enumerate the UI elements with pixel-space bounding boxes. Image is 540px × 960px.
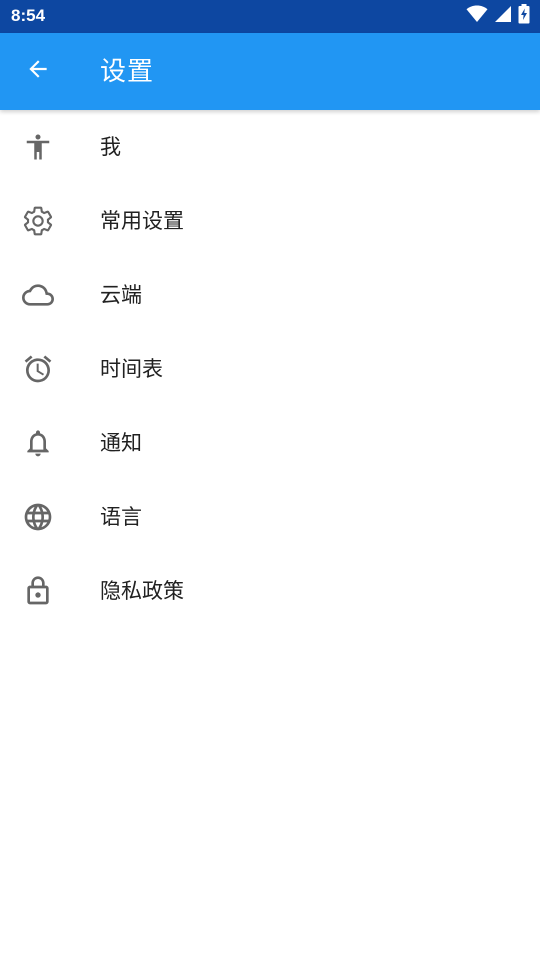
cloud-icon xyxy=(22,279,54,311)
menu-item-label: 我 xyxy=(100,135,121,159)
menu-item-general-settings[interactable]: 常用设置 xyxy=(0,184,540,258)
menu-item-schedule[interactable]: 时间表 xyxy=(0,332,540,406)
accessibility-person-icon xyxy=(22,131,54,163)
menu-item-label: 隐私政策 xyxy=(100,579,184,603)
status-icons xyxy=(466,4,530,28)
lock-icon xyxy=(22,575,54,607)
gear-icon xyxy=(22,205,54,237)
menu-item-privacy-policy[interactable]: 隐私政策 xyxy=(0,554,540,628)
wifi-icon xyxy=(466,5,488,27)
back-button[interactable] xyxy=(14,47,62,95)
menu-item-label: 语言 xyxy=(100,505,142,529)
menu-item-notifications[interactable]: 通知 xyxy=(0,406,540,480)
settings-menu: 我 常用设置 云端 时间表 通知 语言 隐私政策 xyxy=(0,110,540,628)
arrow-back-icon xyxy=(25,56,51,86)
status-bar: 8:54 xyxy=(0,0,540,33)
menu-item-cloud[interactable]: 云端 xyxy=(0,258,540,332)
battery-charging-icon xyxy=(518,4,530,28)
menu-item-me[interactable]: 我 xyxy=(0,110,540,184)
menu-item-label: 通知 xyxy=(100,431,142,455)
menu-item-label: 云端 xyxy=(100,283,142,307)
menu-item-label: 常用设置 xyxy=(100,209,184,233)
alarm-clock-icon xyxy=(22,353,54,385)
status-time: 8:54 xyxy=(11,6,46,25)
page-title: 设置 xyxy=(100,57,155,87)
cellular-signal-icon xyxy=(494,5,512,27)
bell-icon xyxy=(22,427,54,459)
menu-item-language[interactable]: 语言 xyxy=(0,480,540,554)
globe-icon xyxy=(22,501,54,533)
app-bar: 设置 xyxy=(0,33,540,110)
menu-item-label: 时间表 xyxy=(100,357,163,381)
